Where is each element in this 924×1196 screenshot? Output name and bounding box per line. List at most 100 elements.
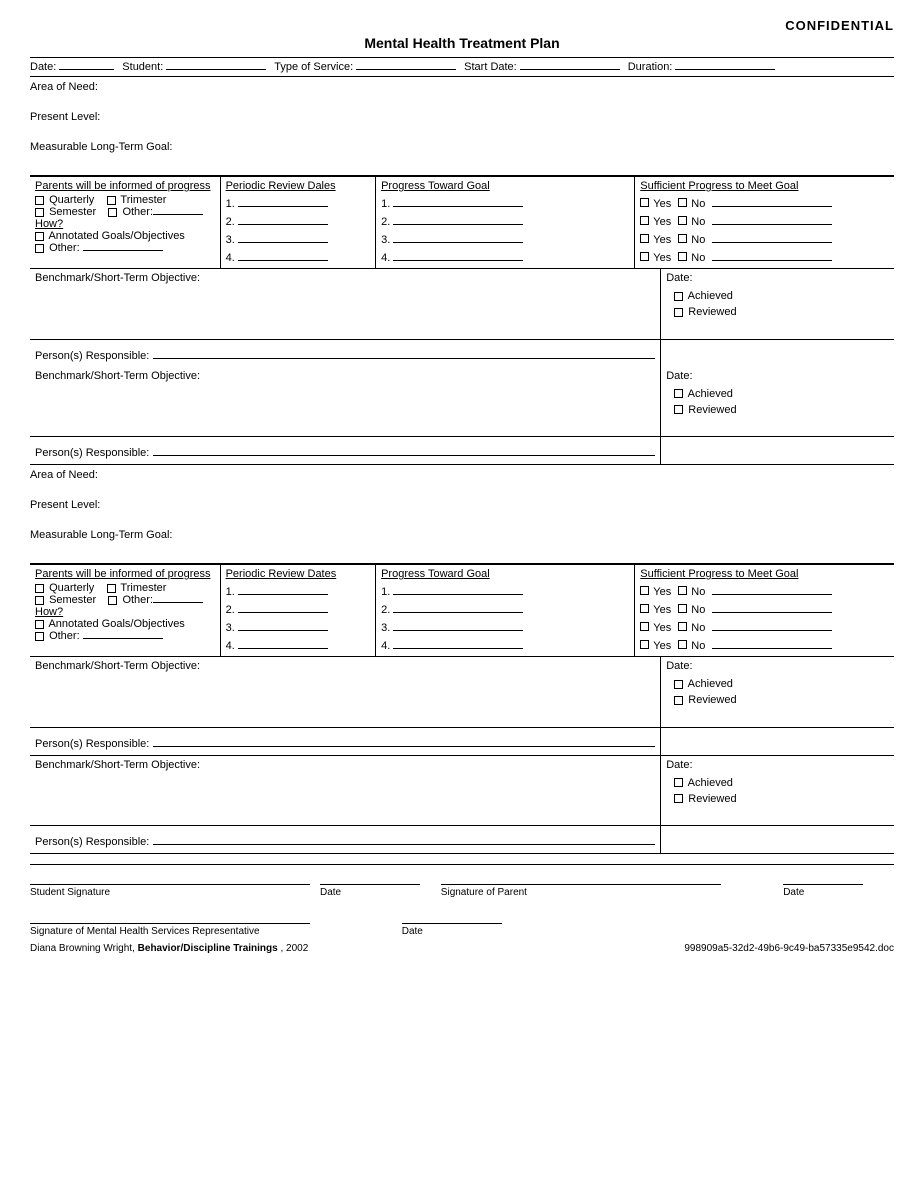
- parent-sig-line[interactable]: [441, 871, 721, 885]
- review2-4-line[interactable]: [238, 635, 328, 649]
- yes1-checkbox[interactable]: [640, 198, 649, 207]
- yes2-1-checkbox[interactable]: [640, 586, 649, 595]
- suf2-3-line[interactable]: [712, 617, 832, 631]
- no2-1-checkbox[interactable]: [678, 586, 687, 595]
- prog-4-line[interactable]: [393, 247, 523, 261]
- suf-1-line[interactable]: [712, 193, 832, 207]
- prog2-2-line[interactable]: [393, 599, 523, 613]
- other1b-field[interactable]: [153, 602, 203, 603]
- yes2-3-checkbox[interactable]: [640, 622, 649, 631]
- section1: Area of Need: Present Level: Measurable …: [30, 77, 894, 176]
- sig-row2: Signature of Mental Health Services Repr…: [30, 910, 894, 937]
- suf-4-line[interactable]: [712, 247, 832, 261]
- benchmark2-person-line[interactable]: [153, 442, 655, 456]
- quarterly-checkbox[interactable]: [35, 196, 44, 205]
- achieved3-checkbox[interactable]: [674, 680, 683, 689]
- other1-field[interactable]: [153, 214, 203, 215]
- suf-2-line[interactable]: [712, 211, 832, 225]
- trimester2-checkbox[interactable]: [107, 584, 116, 593]
- review-4-line[interactable]: [238, 247, 328, 261]
- review2-3-num: 3.: [226, 622, 235, 634]
- other2-field[interactable]: [83, 250, 163, 251]
- annotated2-checkbox[interactable]: [35, 620, 44, 629]
- other2-checkbox[interactable]: [35, 244, 44, 253]
- student-field[interactable]: [166, 69, 266, 70]
- suf2-4-line[interactable]: [712, 635, 832, 649]
- no2-2-checkbox[interactable]: [678, 604, 687, 613]
- yes2-4-checkbox[interactable]: [640, 640, 649, 649]
- prog-3-line[interactable]: [393, 229, 523, 243]
- benchmark4-main: Benchmark/Short-Term Objective:: [30, 756, 661, 826]
- type-field[interactable]: [356, 69, 456, 70]
- other1b-checkbox[interactable]: [108, 596, 117, 605]
- date-field[interactable]: [59, 69, 114, 70]
- yes2-checkbox[interactable]: [640, 216, 649, 225]
- achieved4-checkbox[interactable]: [674, 778, 683, 787]
- yes2-2-label: Yes: [653, 604, 671, 616]
- review-3-line[interactable]: [238, 229, 328, 243]
- reviewed4-checkbox[interactable]: [674, 794, 683, 803]
- suf-3-line[interactable]: [712, 229, 832, 243]
- duration-field[interactable]: [675, 69, 775, 70]
- how-label: How?: [35, 218, 63, 230]
- area-of-need-2-label: Area of Need:: [30, 469, 894, 481]
- prog2-1-line[interactable]: [393, 581, 523, 595]
- reviewed1-checkbox[interactable]: [674, 308, 683, 317]
- prog-2-line[interactable]: [393, 211, 523, 225]
- other1-checkbox[interactable]: [108, 208, 117, 217]
- no2-3-checkbox[interactable]: [678, 622, 687, 631]
- review-1-line[interactable]: [238, 193, 328, 207]
- benchmark3-table: Benchmark/Short-Term Objective: Date: Ac…: [30, 657, 894, 756]
- other2b-checkbox[interactable]: [35, 632, 44, 641]
- prog2-4-line[interactable]: [393, 635, 523, 649]
- yes4-checkbox[interactable]: [640, 252, 649, 261]
- review2-1-line[interactable]: [238, 581, 328, 595]
- semester2-checkbox[interactable]: [35, 596, 44, 605]
- date1-line[interactable]: [320, 871, 420, 885]
- yes3-checkbox[interactable]: [640, 234, 649, 243]
- annotated-label: Annotated Goals/Objectives: [48, 230, 184, 242]
- no3-checkbox[interactable]: [678, 234, 687, 243]
- no1-checkbox[interactable]: [678, 198, 687, 207]
- parents-informed-cell-2: Parents will be informed of progress Qua…: [30, 565, 220, 657]
- benchmark4-person-line[interactable]: [153, 831, 655, 845]
- review2-3-line[interactable]: [238, 617, 328, 631]
- benchmark2-label: Benchmark/Short-Term Objective:: [35, 370, 200, 382]
- review-2-line[interactable]: [238, 211, 328, 225]
- review-2-num: 2.: [226, 216, 235, 228]
- yes2-2-checkbox[interactable]: [640, 604, 649, 613]
- footer: Diana Browning Wright, Behavior/Discipli…: [30, 943, 894, 954]
- date3-line[interactable]: [402, 910, 502, 924]
- reviewed2-checkbox[interactable]: [674, 405, 683, 414]
- mh-rep-line[interactable]: [30, 910, 310, 924]
- reviewed3-checkbox[interactable]: [674, 696, 683, 705]
- start-field[interactable]: [520, 69, 620, 70]
- achieved1-checkbox[interactable]: [674, 292, 683, 301]
- reviewed3-label: Reviewed: [688, 694, 736, 706]
- student-sig-block: Student Signature: [30, 871, 310, 898]
- prog2-3-line[interactable]: [393, 617, 523, 631]
- trimester-checkbox[interactable]: [107, 196, 116, 205]
- annotated-checkbox[interactable]: [35, 232, 44, 241]
- prog-1-line[interactable]: [393, 193, 523, 207]
- prog-3-num: 3.: [381, 234, 390, 246]
- review2-2-line[interactable]: [238, 599, 328, 613]
- confidential-label: CONFIDENTIAL: [30, 18, 894, 33]
- quarterly2-checkbox[interactable]: [35, 584, 44, 593]
- benchmark1-person-line[interactable]: [153, 345, 655, 359]
- prog-4-num: 4.: [381, 252, 390, 264]
- no2-4-checkbox[interactable]: [678, 640, 687, 649]
- other2b-field[interactable]: [83, 638, 163, 639]
- date2-line[interactable]: [783, 871, 863, 885]
- student-sig-line[interactable]: [30, 871, 310, 885]
- benchmark1-side: Date: Achieved Reviewed: [661, 269, 894, 339]
- no4-checkbox[interactable]: [678, 252, 687, 261]
- mh-rep-label: Signature of Mental Health Services Repr…: [30, 926, 392, 937]
- suf2-1-line[interactable]: [712, 581, 832, 595]
- semester-checkbox[interactable]: [35, 208, 44, 217]
- suf2-2-line[interactable]: [712, 599, 832, 613]
- sufficient-header-2: Sufficient Progress to Meet Goal: [640, 568, 798, 580]
- achieved2-checkbox[interactable]: [674, 389, 683, 398]
- benchmark3-person-line[interactable]: [153, 733, 655, 747]
- no2-checkbox[interactable]: [678, 216, 687, 225]
